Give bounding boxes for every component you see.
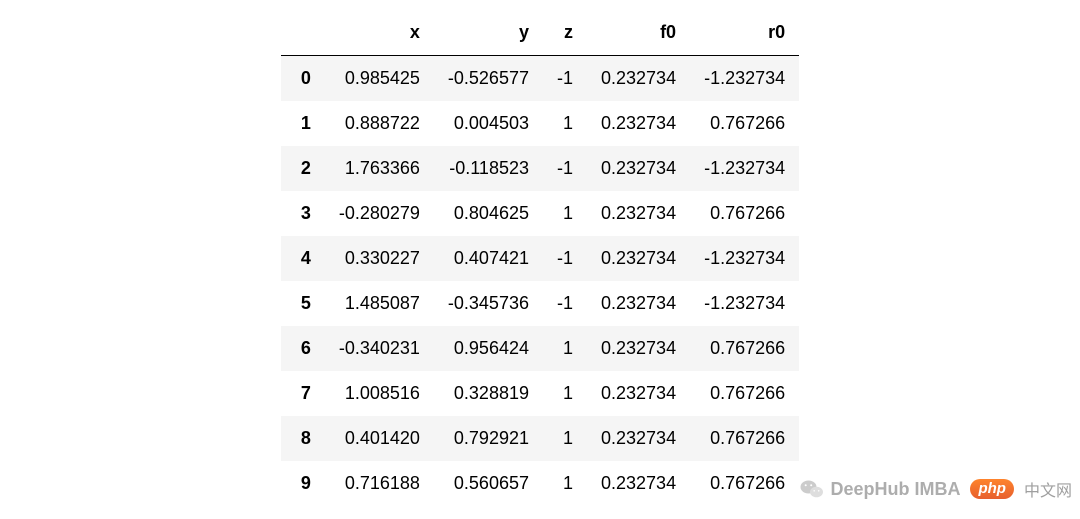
cell-f0: 0.232734	[587, 236, 690, 281]
cell-r0: 0.767266	[690, 101, 799, 146]
header-r0: r0	[690, 12, 799, 56]
cell-f0: 0.232734	[587, 281, 690, 326]
watermark-php-badge: php	[970, 479, 1014, 500]
cell-r0: -1.232734	[690, 281, 799, 326]
cell-x: 1.485087	[325, 281, 434, 326]
cell-f0: 0.232734	[587, 191, 690, 236]
cell-z: 1	[543, 371, 587, 416]
cell-y: 0.560657	[434, 461, 543, 506]
cell-r0: -1.232734	[690, 56, 799, 102]
table-row: 8 0.401420 0.792921 1 0.232734 0.767266	[281, 416, 799, 461]
watermark-deephub: DeepHub IMBA	[800, 479, 960, 500]
row-index: 1	[281, 101, 325, 146]
cell-x: 0.330227	[325, 236, 434, 281]
cell-x: 0.401420	[325, 416, 434, 461]
cell-z: 1	[543, 101, 587, 146]
cell-f0: 0.232734	[587, 416, 690, 461]
cell-z: 1	[543, 191, 587, 236]
row-index: 3	[281, 191, 325, 236]
cell-y: 0.792921	[434, 416, 543, 461]
cell-y: -0.526577	[434, 56, 543, 102]
cell-r0: 0.767266	[690, 461, 799, 506]
cell-r0: -1.232734	[690, 236, 799, 281]
table-row: 2 1.763366 -0.118523 -1 0.232734 -1.2327…	[281, 146, 799, 191]
table-row: 6 -0.340231 0.956424 1 0.232734 0.767266	[281, 326, 799, 371]
cell-f0: 0.232734	[587, 326, 690, 371]
cell-y: -0.345736	[434, 281, 543, 326]
watermark-brand1-text: DeepHub IMBA	[830, 479, 960, 500]
row-index: 9	[281, 461, 325, 506]
row-index: 5	[281, 281, 325, 326]
row-index: 4	[281, 236, 325, 281]
cell-r0: -1.232734	[690, 146, 799, 191]
cell-y: 0.804625	[434, 191, 543, 236]
watermark: DeepHub IMBA php 中文网	[800, 477, 1072, 501]
header-f0: f0	[587, 12, 690, 56]
watermark-cn-text: 中文网	[1024, 477, 1072, 501]
cell-f0: 0.232734	[587, 101, 690, 146]
cell-r0: 0.767266	[690, 326, 799, 371]
cell-f0: 0.232734	[587, 461, 690, 506]
wechat-icon	[800, 479, 824, 499]
cell-y: 0.328819	[434, 371, 543, 416]
cell-x: 0.888722	[325, 101, 434, 146]
cell-f0: 0.232734	[587, 146, 690, 191]
cell-z: -1	[543, 146, 587, 191]
table-row: 1 0.888722 0.004503 1 0.232734 0.767266	[281, 101, 799, 146]
table-row: 9 0.716188 0.560657 1 0.232734 0.767266	[281, 461, 799, 506]
table-row: 4 0.330227 0.407421 -1 0.232734 -1.23273…	[281, 236, 799, 281]
cell-x: 0.985425	[325, 56, 434, 102]
cell-z: 1	[543, 416, 587, 461]
header-index	[281, 12, 325, 56]
cell-y: -0.118523	[434, 146, 543, 191]
table-body: 0 0.985425 -0.526577 -1 0.232734 -1.2327…	[281, 56, 799, 507]
table-row: 0 0.985425 -0.526577 -1 0.232734 -1.2327…	[281, 56, 799, 102]
cell-x: -0.340231	[325, 326, 434, 371]
table-header: x y z f0 r0	[281, 12, 799, 56]
cell-x: 1.763366	[325, 146, 434, 191]
cell-y: 0.004503	[434, 101, 543, 146]
row-index: 6	[281, 326, 325, 371]
table-row: 7 1.008516 0.328819 1 0.232734 0.767266	[281, 371, 799, 416]
cell-z: -1	[543, 56, 587, 102]
row-index: 7	[281, 371, 325, 416]
cell-f0: 0.232734	[587, 371, 690, 416]
cell-z: 1	[543, 326, 587, 371]
cell-z: -1	[543, 281, 587, 326]
cell-r0: 0.767266	[690, 371, 799, 416]
cell-y: 0.956424	[434, 326, 543, 371]
cell-x: 1.008516	[325, 371, 434, 416]
cell-r0: 0.767266	[690, 191, 799, 236]
cell-y: 0.407421	[434, 236, 543, 281]
cell-r0: 0.767266	[690, 416, 799, 461]
header-z: z	[543, 12, 587, 56]
row-index: 8	[281, 416, 325, 461]
row-index: 0	[281, 56, 325, 102]
cell-z: 1	[543, 461, 587, 506]
cell-x: -0.280279	[325, 191, 434, 236]
header-x: x	[325, 12, 434, 56]
cell-f0: 0.232734	[587, 56, 690, 102]
cell-z: -1	[543, 236, 587, 281]
header-y: y	[434, 12, 543, 56]
table-row: 3 -0.280279 0.804625 1 0.232734 0.767266	[281, 191, 799, 236]
row-index: 2	[281, 146, 325, 191]
header-row: x y z f0 r0	[281, 12, 799, 56]
dataframe-table: x y z f0 r0 0 0.985425 -0.526577 -1 0.23…	[281, 12, 799, 506]
cell-x: 0.716188	[325, 461, 434, 506]
dataframe-table-wrap: x y z f0 r0 0 0.985425 -0.526577 -1 0.23…	[281, 12, 799, 506]
table-row: 5 1.485087 -0.345736 -1 0.232734 -1.2327…	[281, 281, 799, 326]
